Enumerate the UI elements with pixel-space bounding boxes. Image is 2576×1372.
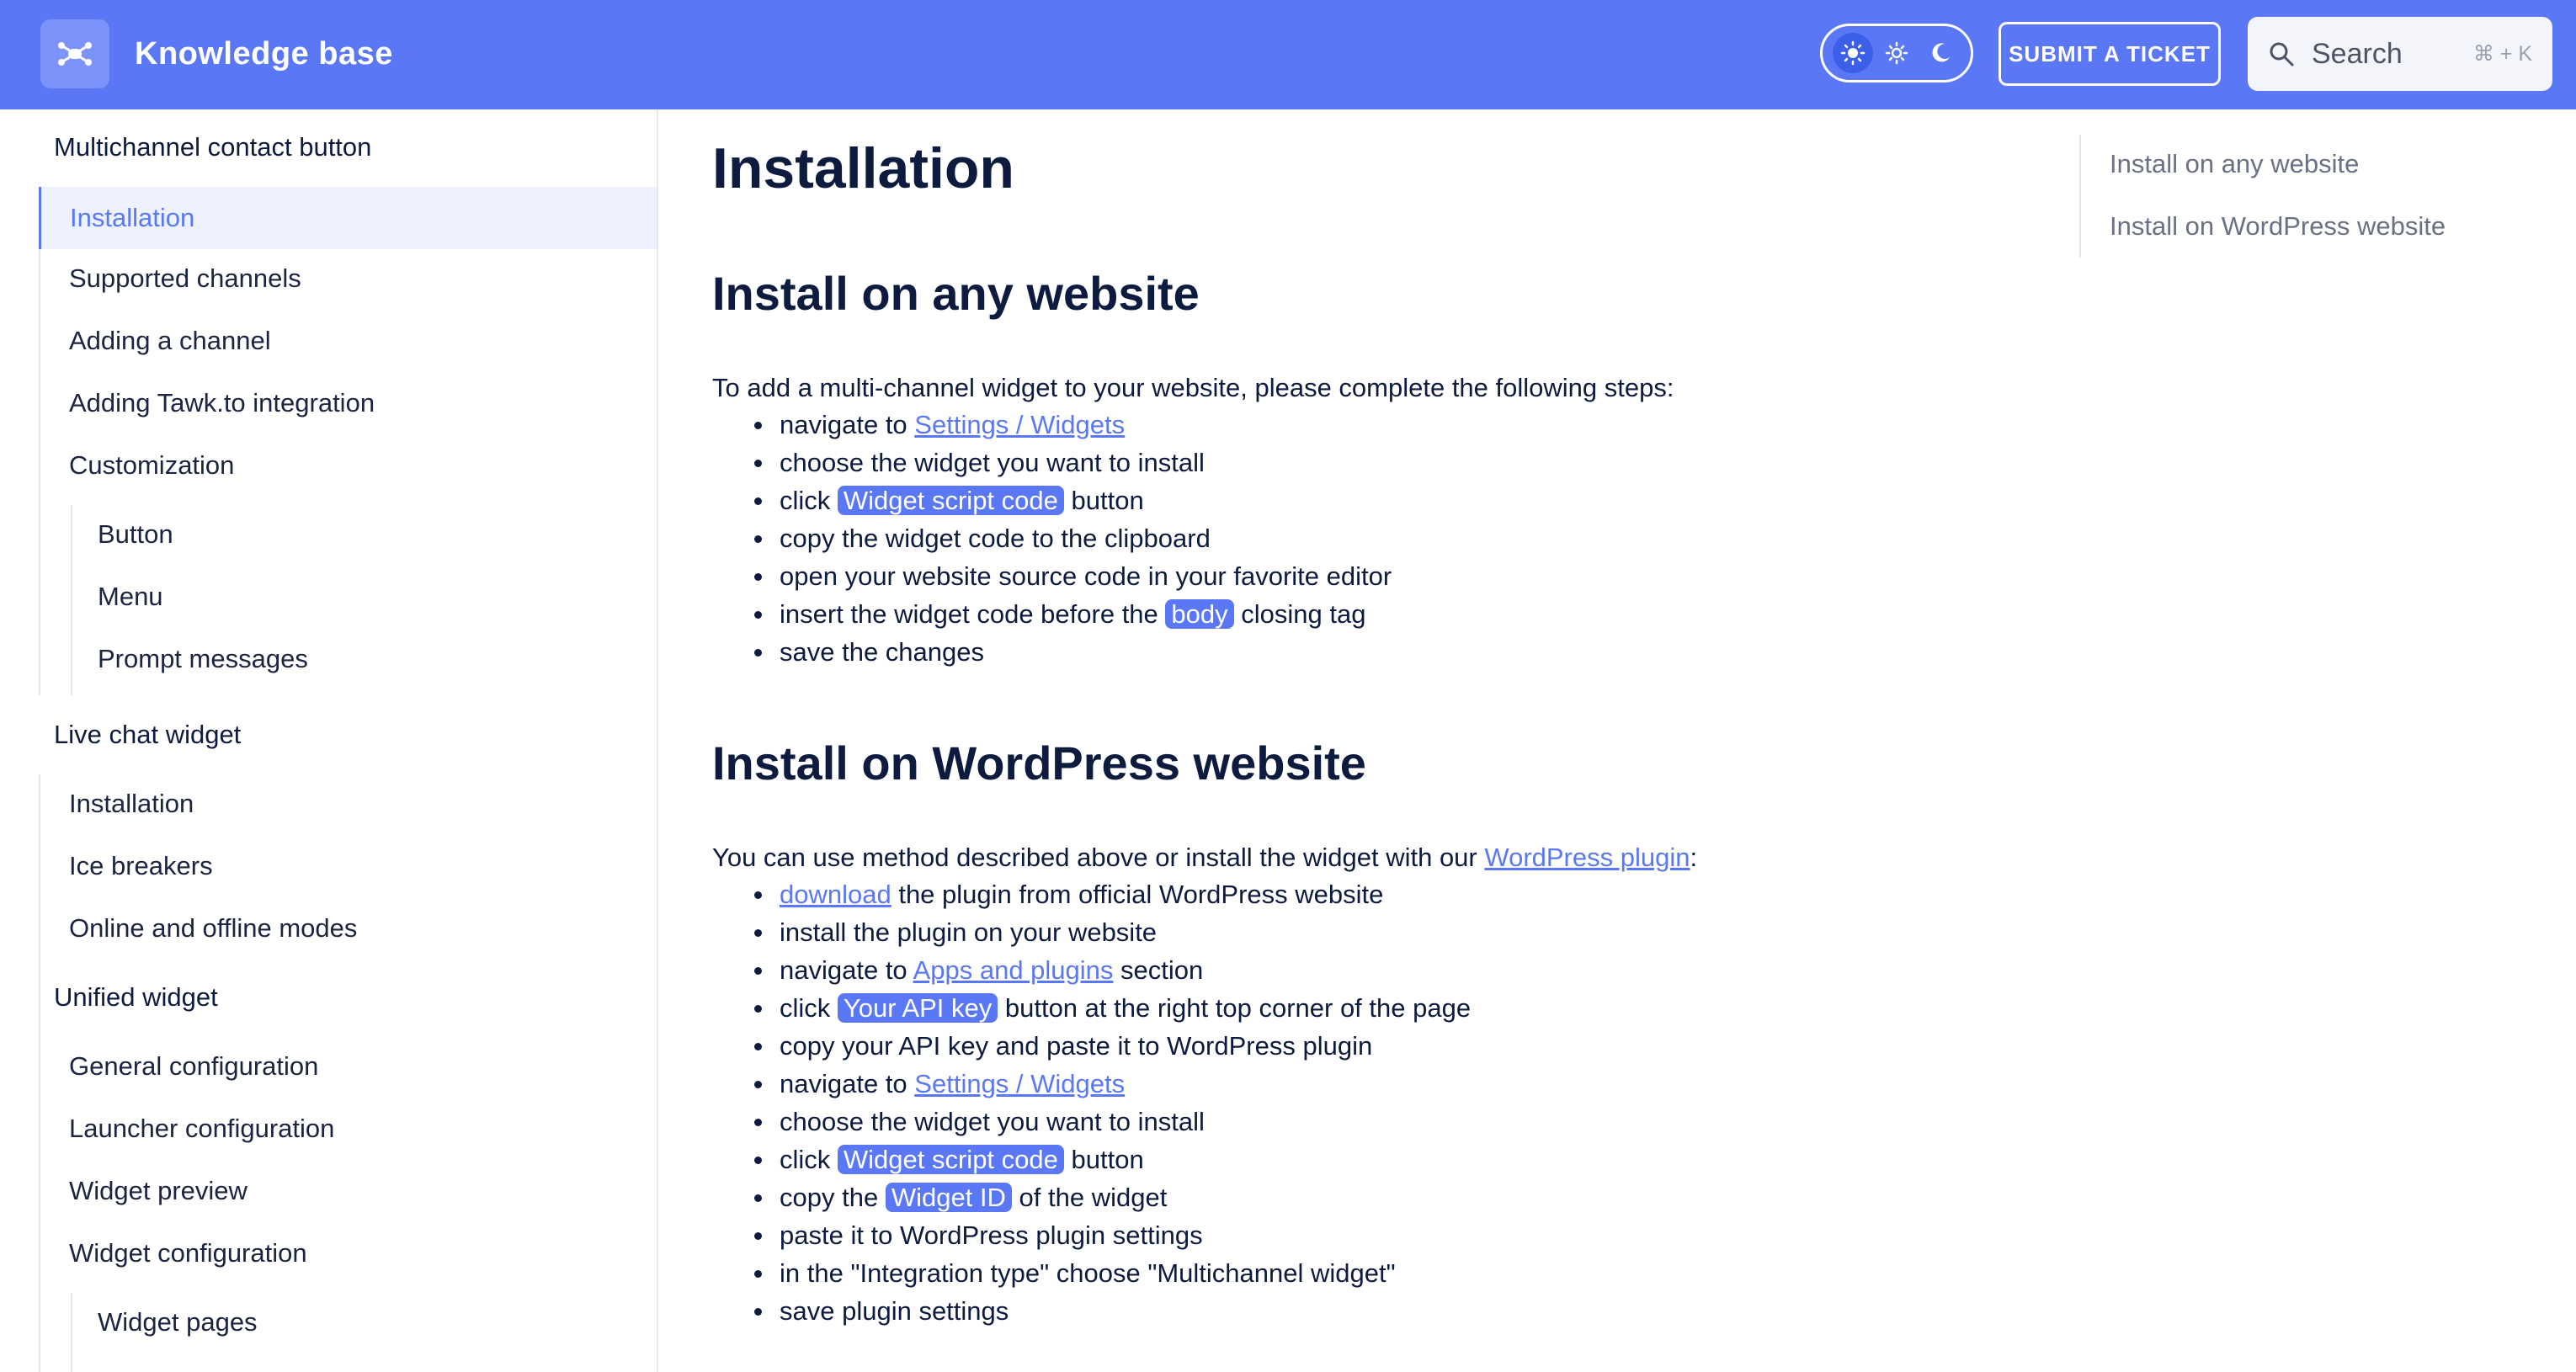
top-navbar: Knowledge base SUBMIT A TICKET Search ⌘ …: [0, 0, 2576, 109]
code-your-api-key: Your API key: [837, 993, 998, 1023]
brand-title[interactable]: Knowledge base: [135, 30, 393, 77]
section-heading-wordpress-website: Install on WordPress website: [712, 737, 1366, 790]
code-widget-id: Widget ID: [885, 1183, 1012, 1212]
settings-widgets-link[interactable]: Settings / Widgets: [914, 410, 1125, 439]
list-item: choose the widget you want to install: [753, 444, 1392, 481]
submit-ticket-button[interactable]: SUBMIT A TICKET: [1999, 22, 2221, 86]
section2-steps-list: download the plugin from official WordPr…: [753, 875, 1471, 1330]
auto-theme-button[interactable]: [1876, 33, 1917, 73]
sidebar-item-general-configuration[interactable]: General configuration: [69, 1047, 318, 1086]
auto-brightness-icon: [1885, 41, 1908, 65]
code-widget-script-code: Widget script code: [837, 1145, 1064, 1174]
sidebar-subitem-widget-pages[interactable]: Widget pages: [98, 1303, 258, 1342]
list-item: insert the widget code before the body c…: [753, 595, 1392, 633]
settings-widgets-link[interactable]: Settings / Widgets: [914, 1069, 1125, 1098]
search-input[interactable]: Search ⌘ + K: [2248, 17, 2552, 91]
list-item: click Widget script code button: [753, 481, 1392, 519]
theme-toggle: [1820, 24, 1973, 82]
download-link[interactable]: download: [780, 880, 891, 909]
sidebar-item-widget-configuration[interactable]: Widget configuration: [69, 1234, 307, 1273]
sidebar-subguide-line: [71, 505, 72, 695]
list-item: click Your API key button at the right t…: [753, 989, 1471, 1027]
wordpress-plugin-link[interactable]: WordPress plugin: [1484, 843, 1690, 872]
list-item: save the changes: [753, 633, 1392, 671]
sidebar-subitem-button[interactable]: Button: [98, 515, 173, 554]
sidebar-item-widget-preview[interactable]: Widget preview: [69, 1172, 247, 1210]
search-shortcut-hint: ⌘ + K: [2472, 42, 2532, 66]
sidebar-subguide-line: [71, 1293, 72, 1372]
brand-logo[interactable]: [40, 19, 109, 88]
list-item: copy the Widget ID of the widget: [753, 1178, 1471, 1216]
section2-intro: You can use method described above or in…: [712, 843, 1698, 872]
toc-item-install-wordpress-website[interactable]: Install on WordPress website: [2110, 207, 2446, 246]
list-item: paste it to WordPress plugin settings: [753, 1216, 1471, 1254]
sidebar-subitem-prompt-messages[interactable]: Prompt messages: [98, 640, 308, 678]
list-item: open your website source code in your fa…: [753, 557, 1392, 595]
sidebar-item-launcher-configuration[interactable]: Launcher configuration: [69, 1109, 334, 1148]
search-icon: [2270, 42, 2294, 66]
list-item: choose the widget you want to install: [753, 1103, 1471, 1141]
sidebar-guide-line: [39, 774, 40, 1066]
apps-and-plugins-link[interactable]: Apps and plugins: [913, 955, 1114, 985]
sidebar-group-live-chat-widget[interactable]: Live chat widget: [54, 715, 241, 754]
dark-theme-button[interactable]: [1920, 33, 1961, 73]
list-item: download the plugin from official WordPr…: [753, 875, 1471, 913]
sidebar-item-ice-breakers[interactable]: Ice breakers: [69, 847, 213, 885]
sidebar-item-live-chat-installation[interactable]: Installation: [69, 784, 194, 823]
list-item: copy your API key and paste it to WordPr…: [753, 1027, 1471, 1065]
section-heading-any-website: Install on any website: [712, 267, 1200, 320]
sidebar-item-installation-active[interactable]: Installation: [39, 187, 657, 249]
list-item: copy the widget code to the clipboard: [753, 519, 1392, 557]
logo-icon: [58, 42, 92, 66]
sidebar-nav: Multichannel contact button Installation…: [0, 109, 658, 1372]
sidebar-guide-line: [39, 1037, 40, 1372]
sidebar-group-multichannel-contact-button[interactable]: Multichannel contact button: [54, 128, 371, 167]
list-item: save plugin settings: [753, 1292, 1471, 1330]
code-body: body: [1165, 599, 1234, 629]
list-item: install the plugin on your website: [753, 913, 1471, 951]
section1-intro: To add a multi-channel widget to your we…: [712, 373, 1674, 402]
list-item: navigate to Apps and plugins section: [753, 951, 1471, 989]
table-of-contents: Install on any website Install on WordPr…: [2079, 135, 2551, 258]
sidebar-item-adding-a-channel[interactable]: Adding a channel: [69, 322, 271, 360]
sidebar-subitem-menu[interactable]: Menu: [98, 577, 163, 616]
toc-item-install-any-website[interactable]: Install on any website: [2110, 145, 2359, 183]
list-item: in the "Integration type" choose "Multic…: [753, 1254, 1471, 1292]
sidebar-item-supported-channels[interactable]: Supported channels: [69, 259, 301, 298]
list-item: click Widget script code button: [753, 1141, 1471, 1178]
moon-icon: [1932, 43, 1950, 62]
sun-icon: [1840, 40, 1865, 66]
light-theme-button[interactable]: [1833, 33, 1873, 73]
sidebar-group-unified-widget[interactable]: Unified widget: [54, 978, 218, 1017]
section1-steps-list: navigate to Settings / Widgets choose th…: [753, 406, 1392, 671]
list-item: navigate to Settings / Widgets: [753, 406, 1392, 444]
sidebar-item-customization[interactable]: Customization: [69, 446, 234, 485]
sidebar-guide-line: [39, 187, 40, 695]
code-widget-script-code: Widget script code: [837, 486, 1064, 515]
sidebar-item-online-offline-modes[interactable]: Online and offline modes: [69, 909, 357, 948]
list-item: navigate to Settings / Widgets: [753, 1065, 1471, 1103]
search-placeholder: Search: [2312, 37, 2403, 70]
sidebar-item-adding-tawkto-integration[interactable]: Adding Tawk.to integration: [69, 384, 375, 423]
page-title: Installation: [712, 136, 1014, 200]
